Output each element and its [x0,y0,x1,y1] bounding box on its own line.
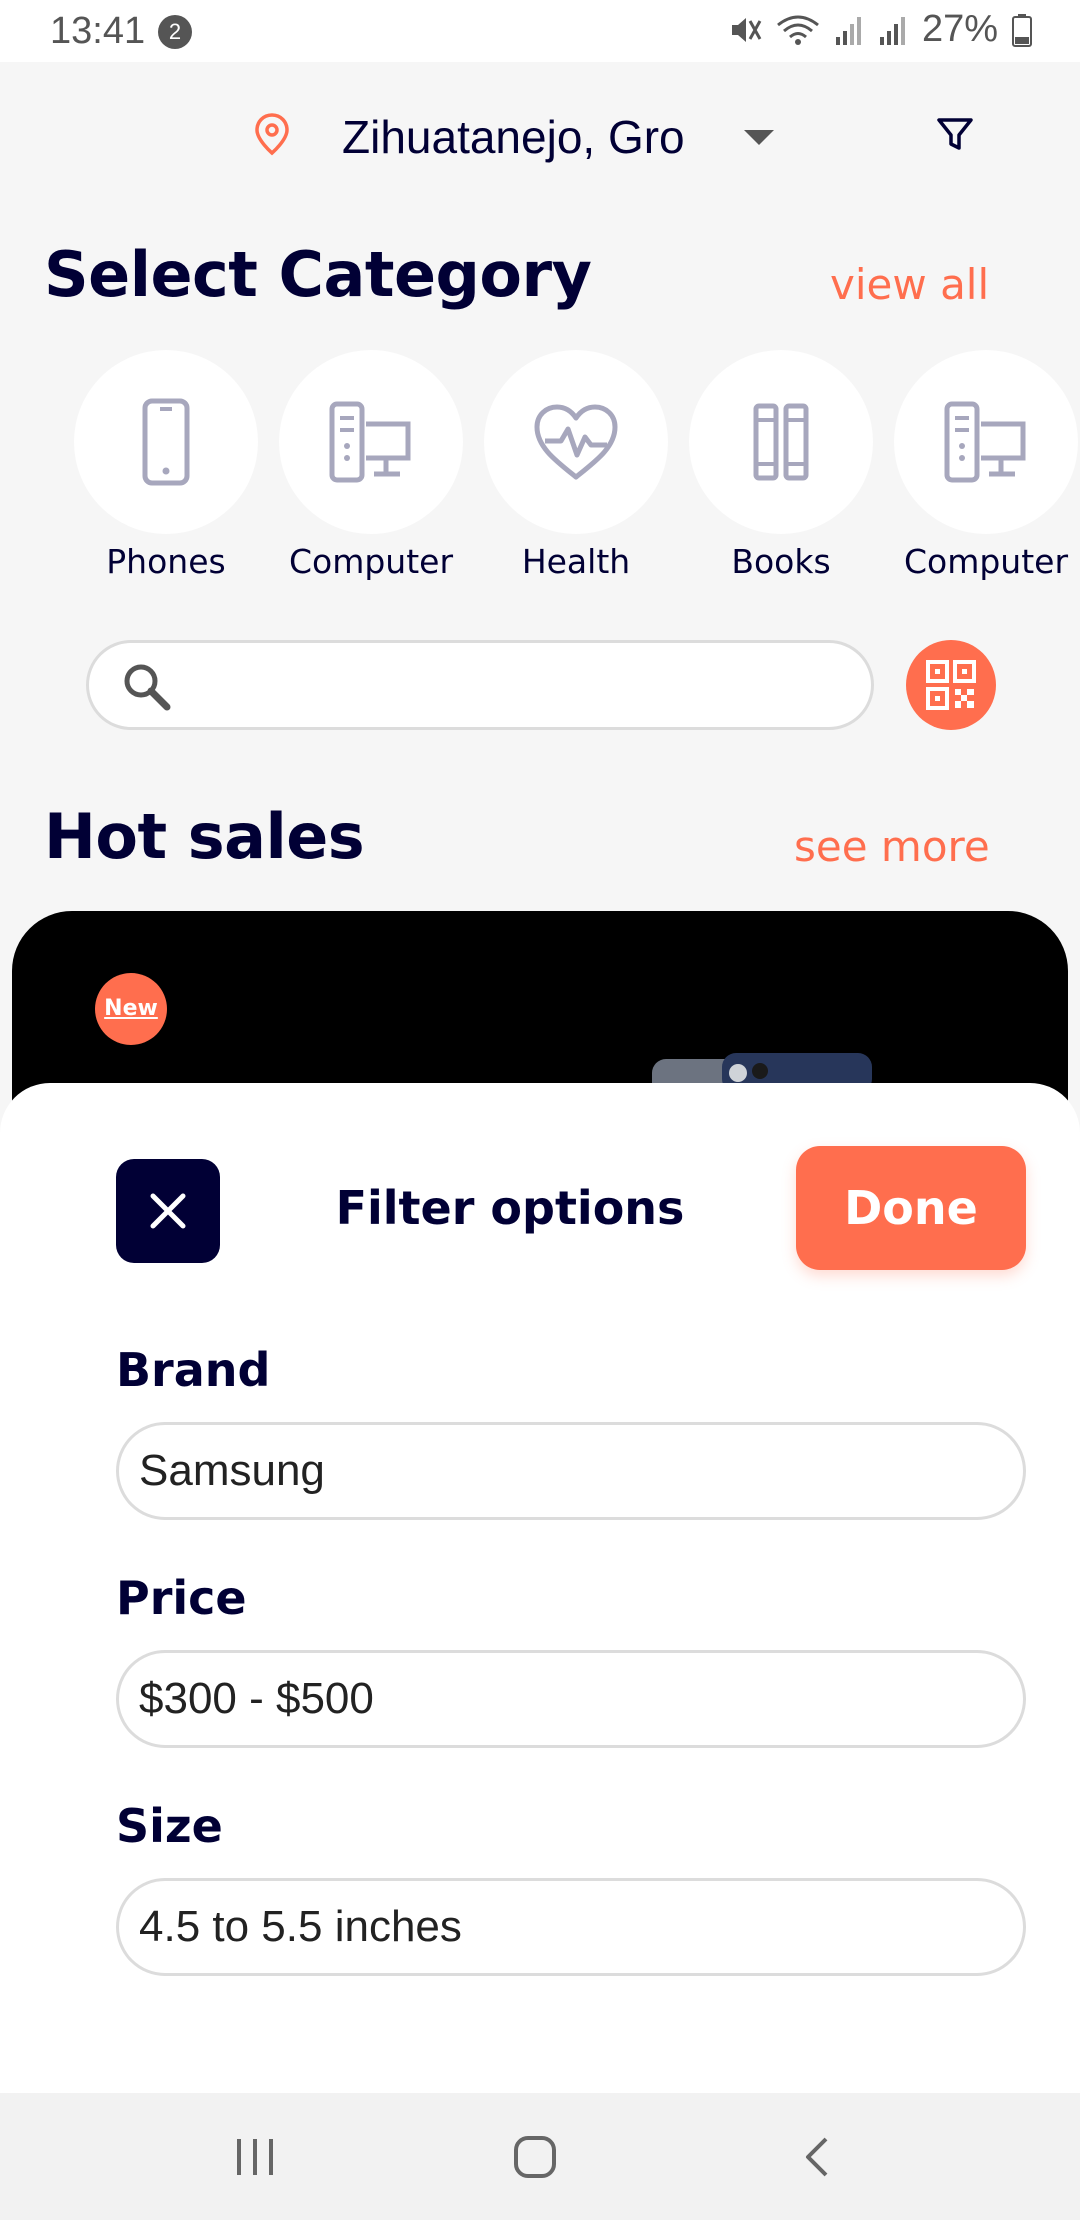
heart-pulse-icon [534,404,618,480]
search-input[interactable] [189,657,849,715]
location-name[interactable]: Zihuatanejo, Gro [342,110,685,164]
see-more-link[interactable]: see more [794,822,990,871]
wifi-icon [777,15,819,45]
location-pin-icon [255,113,289,156]
back-icon [806,2137,828,2176]
new-badge: New [95,973,167,1045]
category-books[interactable]: Books [689,350,873,581]
recent-apps-button[interactable] [200,2093,310,2220]
category-label: Computer [288,542,454,581]
category-label: Computer [903,542,1069,581]
qr-scan-button[interactable] [906,640,996,730]
computer-icon [944,401,1026,483]
status-time: 13:41 [50,10,146,52]
phone-icon [142,398,190,486]
back-button[interactable] [762,2093,872,2220]
size-label: Size [116,1799,223,1853]
filter-sheet: Filter options Done Brand Samsung Price … [0,1083,1080,2093]
category-circle [689,350,873,534]
books-icon [753,403,809,481]
category-computer-2[interactable]: Computer [894,350,1078,581]
category-circle [484,350,668,534]
category-label: Health [521,542,631,581]
category-computer[interactable]: Computer [279,350,463,581]
home-icon [514,2135,556,2178]
category-label: Books [731,542,831,581]
size-field[interactable]: 4.5 to 5.5 inches [116,1878,1026,1976]
category-label: Phones [106,542,226,581]
computer-icon [329,401,411,483]
signal-icon [835,16,861,45]
location-header: Zihuatanejo, Gro [0,62,1080,212]
category-phones[interactable]: Phones [74,350,258,581]
brand-field[interactable]: Samsung [116,1422,1026,1520]
view-all-link[interactable]: view all [830,260,989,309]
brand-label: Brand [116,1343,271,1397]
filter-icon[interactable] [930,108,980,158]
price-label: Price [116,1571,247,1625]
price-field[interactable]: $300 - $500 [116,1650,1026,1748]
category-list: Phones Computer Health Books Computer [74,350,1080,590]
battery-icon [1012,13,1032,47]
qr-code-icon [926,660,976,710]
signal-icon-2 [879,16,905,45]
category-circle [279,350,463,534]
category-title: Select Category [44,238,592,311]
system-nav-bar [0,2093,1080,2220]
caret-down-icon[interactable] [744,130,774,145]
search-bar[interactable] [86,640,874,730]
category-health[interactable]: Health [484,350,668,581]
done-button[interactable]: Done [796,1146,1026,1270]
notification-count-badge: 2 [158,15,192,49]
home-button[interactable] [480,2093,590,2220]
hot-sales-title: Hot sales [44,800,365,873]
status-bar: 13:41 2 27% [0,0,1080,62]
status-icons: 27% [728,8,1032,51]
recent-apps-icon [237,2138,273,2175]
mute-icon [731,17,762,42]
category-circle [74,350,258,534]
category-circle [894,350,1078,534]
battery-percent: 27% [921,8,998,50]
search-icon [124,664,171,711]
